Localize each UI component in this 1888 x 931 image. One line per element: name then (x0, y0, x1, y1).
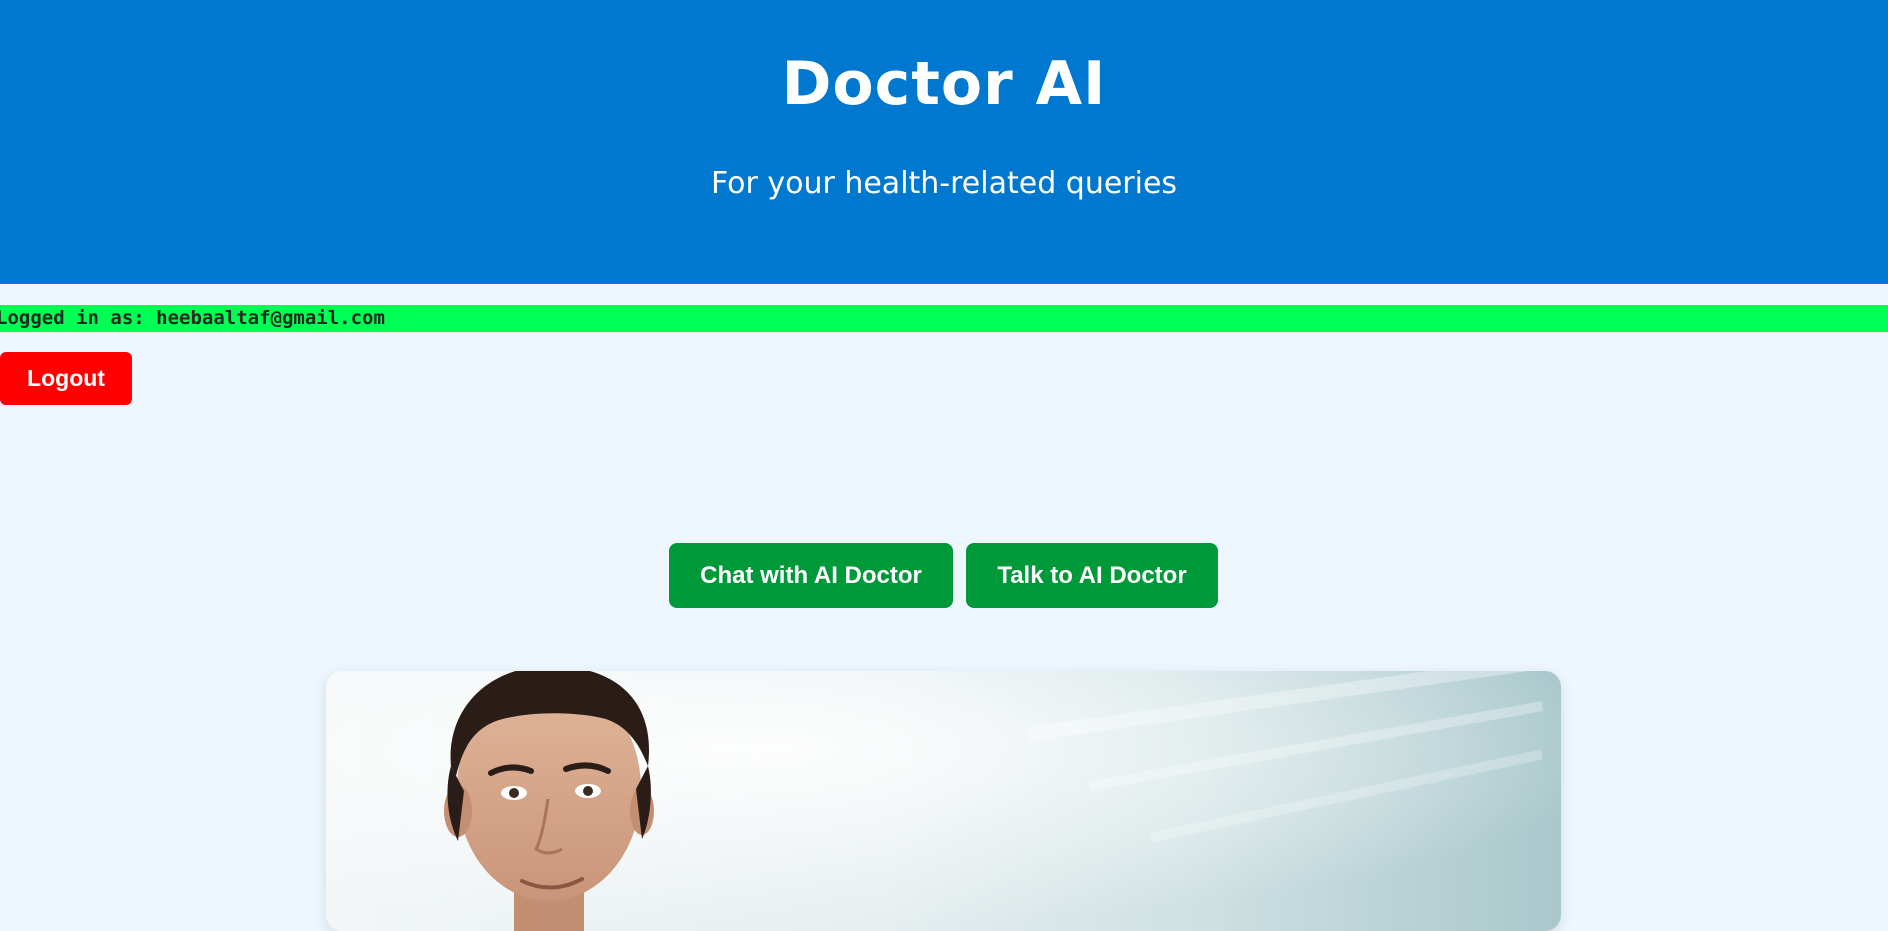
page-subtitle: For your health-related queries (710, 166, 1178, 201)
site-header: Doctor AI For your health-related querie… (0, 0, 1888, 284)
doctor-portrait-illustration (326, 671, 1561, 931)
talk-to-ai-doctor-button[interactable]: Talk to AI Doctor (966, 543, 1218, 608)
chat-with-ai-doctor-button[interactable]: Chat with AI Doctor (669, 543, 953, 608)
doctor-hero-image (326, 671, 1561, 931)
logged-in-text: Logged in as: heebaaltaf@gmail.com (0, 307, 385, 329)
login-status-bar: Logged in as: heebaaltaf@gmail.com (0, 305, 1888, 332)
logout-button[interactable]: Logout (0, 352, 132, 405)
page-title: Doctor AI (781, 49, 1107, 119)
